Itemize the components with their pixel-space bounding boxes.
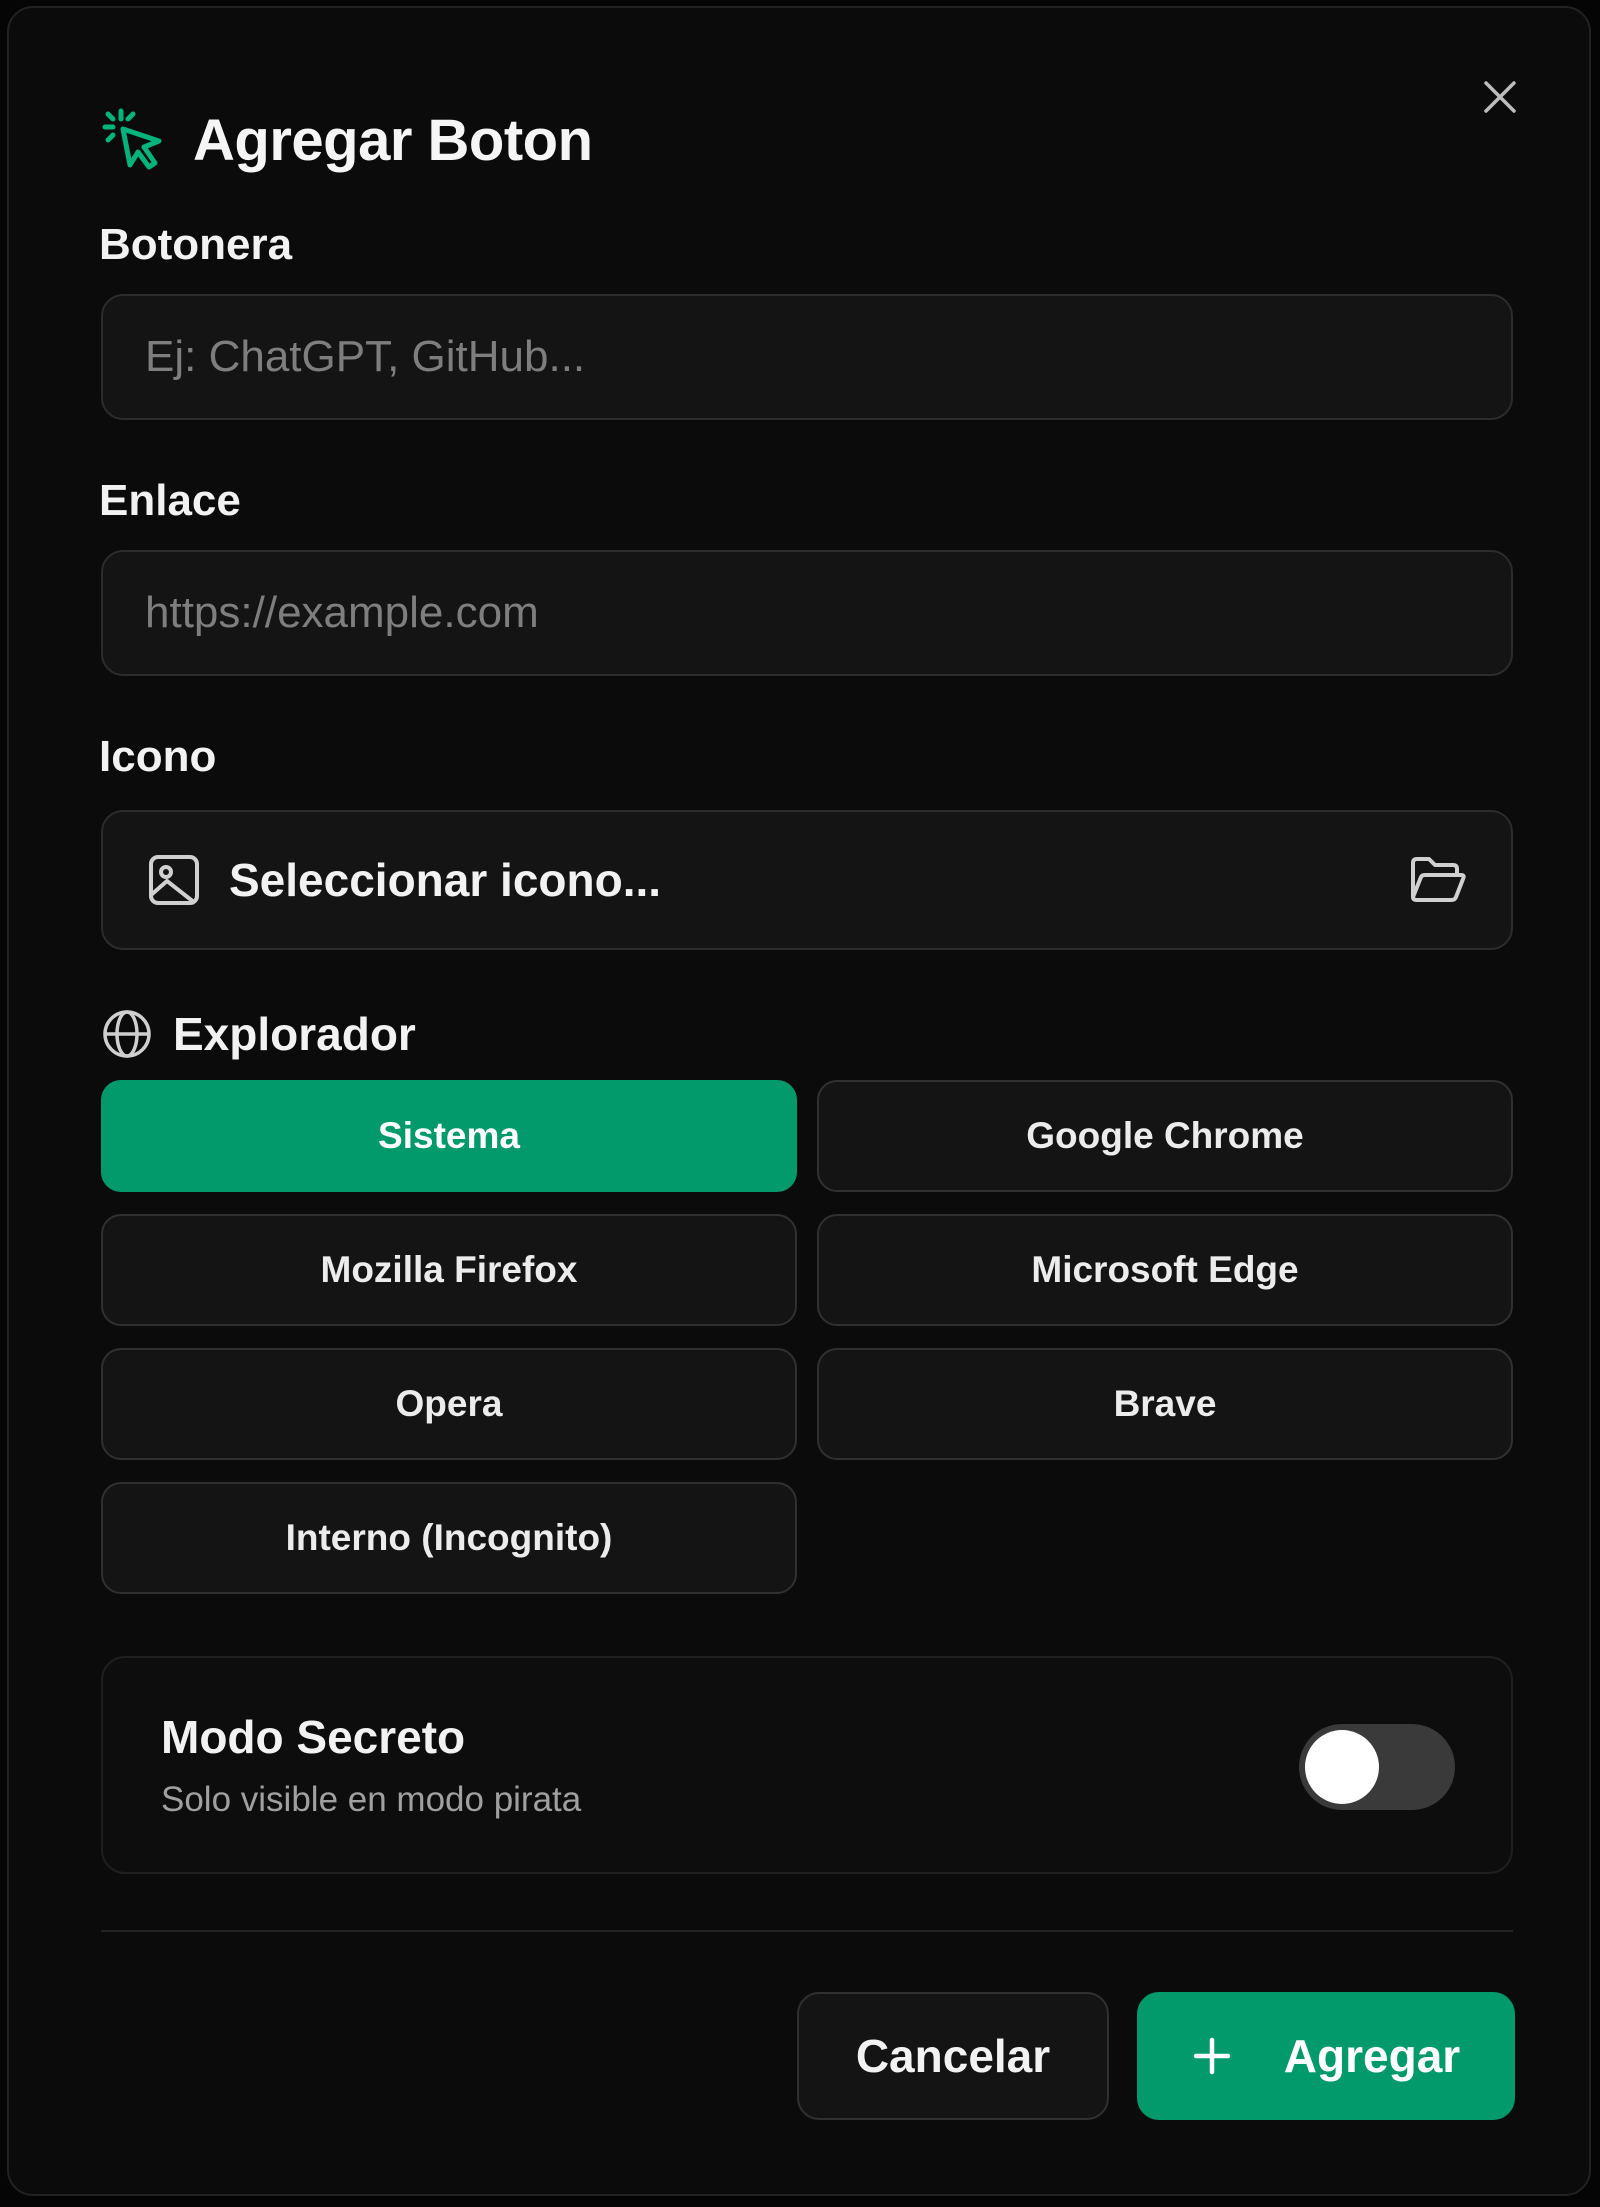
toggle-knob [1305,1730,1379,1804]
enlace-label: Enlace [99,476,241,525]
cursor-click-icon [102,108,162,170]
secret-mode-toggle[interactable] [1299,1724,1455,1810]
browser-option-mozilla-firefox[interactable]: Mozilla Firefox [101,1214,797,1326]
add-button-label: Agregar [1283,2030,1461,2082]
globe-icon [103,1010,151,1058]
footer-divider [101,1930,1513,1932]
secret-mode-card: Modo Secreto Solo visible en modo pirata [101,1656,1513,1874]
add-button[interactable]: Agregar [1137,1992,1515,2120]
explorador-label: Explorador [173,1008,416,1060]
cancel-button[interactable]: Cancelar [797,1992,1109,2120]
select-icon-button[interactable]: Seleccionar icono... [101,810,1513,950]
folder-open-icon [1411,857,1466,902]
browser-option-google-chrome[interactable]: Google Chrome [817,1080,1513,1192]
browser-option-opera[interactable]: Opera [101,1348,797,1460]
icono-label: Icono [99,732,217,781]
image-icon [149,855,199,905]
close-button[interactable] [1475,72,1525,122]
botonera-input[interactable] [101,294,1513,420]
browser-option-sistema[interactable]: Sistema [101,1080,797,1192]
add-button-dialog: Agregar Boton Botonera Enlace Icono Sele… [7,6,1591,2196]
enlace-input[interactable] [101,550,1513,676]
browser-option-interno-incognito[interactable]: Interno (Incognito) [101,1482,797,1594]
secret-mode-title: Modo Secreto [161,1711,466,1763]
explorador-header: Explorador [101,1008,416,1060]
browser-option-brave[interactable]: Brave [817,1348,1513,1460]
plus-icon [1192,2036,1232,2076]
dialog-title: Agregar Boton [193,107,593,173]
browser-options: Sistema Google Chrome Mozilla Firefox Mi… [101,1080,1513,1594]
select-icon-label: Seleccionar icono... [229,854,662,906]
dialog-header: Agregar Boton [99,100,593,180]
secret-mode-subtitle: Solo visible en modo pirata [161,1780,582,1819]
close-icon [1484,81,1516,113]
botonera-label: Botonera [99,220,293,269]
browser-option-microsoft-edge[interactable]: Microsoft Edge [817,1214,1513,1326]
